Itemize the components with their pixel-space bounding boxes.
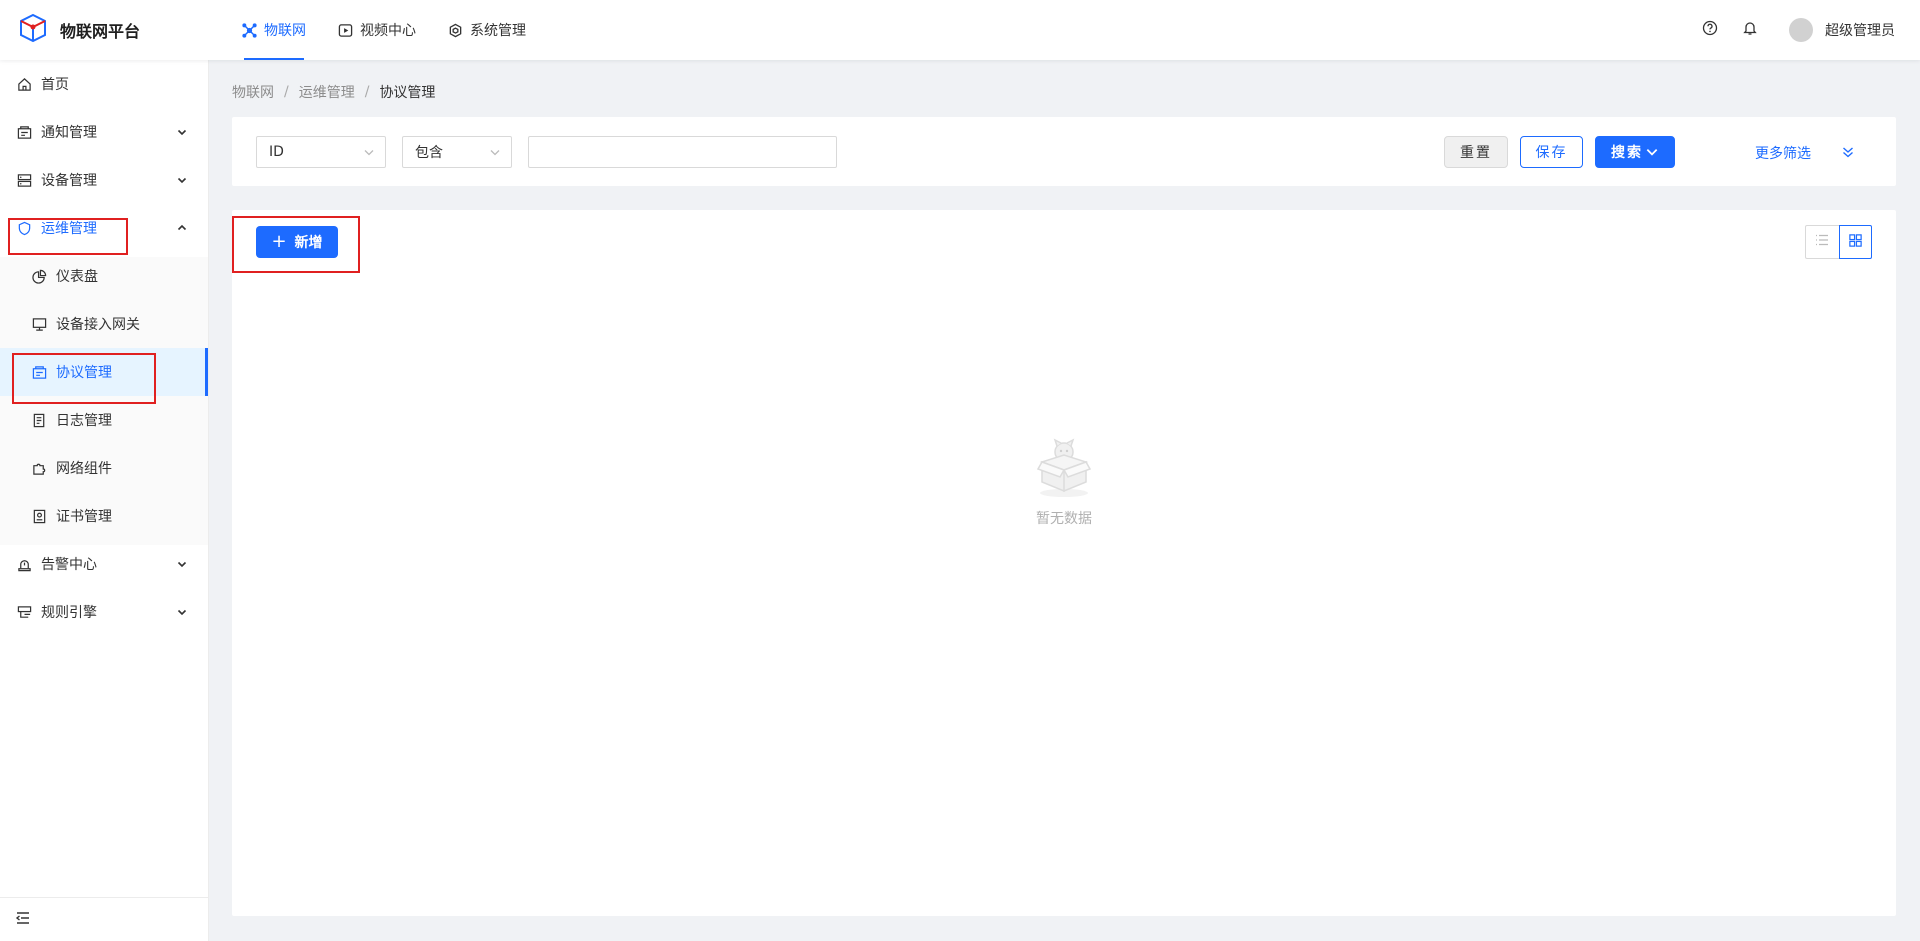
- top-bar: 物联网平台 物联网 视频中心 系统管理 超级管理员: [0, 0, 1920, 60]
- field-select[interactable]: ID: [256, 136, 386, 168]
- app-title: 物联网平台: [60, 22, 141, 41]
- system-icon: [448, 23, 463, 38]
- list-icon: [1814, 232, 1830, 252]
- sidebar-item-network[interactable]: 网络组件: [0, 444, 208, 492]
- protocol-icon: [31, 364, 47, 380]
- sidebar-item-label: 通知管理: [41, 125, 97, 141]
- double-chevron-down-icon[interactable]: [1840, 144, 1856, 160]
- chevron-down-icon: [1645, 145, 1659, 159]
- question-icon: [1702, 20, 1718, 40]
- logo-cube-icon: [18, 13, 48, 47]
- empty-text: 暂无数据: [1036, 511, 1092, 527]
- operator-select[interactable]: 包含: [402, 136, 512, 168]
- shield-icon: [16, 220, 32, 236]
- chevron-down-icon: [174, 556, 190, 572]
- notification-manage-icon: [16, 124, 32, 140]
- topnav-video[interactable]: 视频中心: [326, 0, 428, 60]
- reset-button[interactable]: 重置: [1444, 136, 1508, 168]
- content-panel: + 新增 暂无数据: [232, 210, 1896, 916]
- sidebar-item-gateway[interactable]: 设备接入网关: [0, 300, 208, 348]
- breadcrumb-item[interactable]: 物联网: [232, 82, 274, 102]
- sidebar-item-dashboard[interactable]: 仪表盘: [0, 252, 208, 300]
- topnav-label: 视频中心: [360, 23, 416, 39]
- sidebar-item-label: 网络组件: [56, 461, 112, 477]
- pie-chart-icon: [31, 268, 47, 284]
- notification-button[interactable]: [1739, 19, 1761, 41]
- chevron-down-icon: [174, 124, 190, 140]
- sidebar-item-label: 仪表盘: [56, 269, 98, 285]
- breadcrumb-separator: /: [364, 84, 370, 100]
- breadcrumb-current: 协议管理: [379, 85, 436, 101]
- chevron-down-icon: [174, 604, 190, 620]
- menu-fold-icon: [15, 910, 31, 930]
- plus-icon: +: [271, 231, 287, 252]
- add-button-label: 新增: [294, 235, 323, 251]
- sidebar-item-label: 告警中心: [41, 557, 97, 573]
- sidebar-item-device[interactable]: 设备管理: [0, 156, 208, 204]
- puzzle-icon: [31, 460, 47, 476]
- add-button[interactable]: + 新增: [256, 226, 338, 258]
- sidebar-collapse-button[interactable]: [0, 897, 208, 941]
- monitor-icon: [31, 316, 47, 332]
- help-button[interactable]: [1699, 19, 1721, 41]
- grid-icon: [1848, 233, 1863, 252]
- sidebar-item-logs[interactable]: 日志管理: [0, 396, 208, 444]
- device-icon: [16, 172, 32, 188]
- chevron-down-icon: [363, 146, 375, 158]
- sidebar-item-label: 设备管理: [41, 173, 97, 189]
- chevron-down-icon: [489, 146, 501, 158]
- bell-icon: [1742, 20, 1758, 40]
- home-icon: [16, 76, 32, 92]
- chevron-down-icon: [174, 172, 190, 188]
- list-view-button[interactable]: [1805, 225, 1839, 259]
- sidebar-item-label: 运维管理: [41, 221, 97, 237]
- view-toggle: [1805, 225, 1872, 259]
- chevron-up-icon: [174, 220, 190, 236]
- sidebar-item-label: 日志管理: [56, 413, 112, 429]
- card-view-button[interactable]: [1838, 225, 1872, 259]
- empty-box-icon: [1033, 438, 1095, 502]
- sidebar-item-home[interactable]: 首页: [0, 60, 208, 108]
- search-button-label: 搜索: [1611, 145, 1643, 161]
- sidebar-item-label: 证书管理: [56, 509, 112, 525]
- alarm-icon: [16, 556, 32, 572]
- topnav-system[interactable]: 系统管理: [436, 0, 538, 60]
- topnav-label: 物联网: [264, 23, 306, 39]
- more-filters-link[interactable]: 更多筛选: [1755, 143, 1811, 163]
- top-right-tools: 超级管理员: [1681, 0, 1895, 60]
- iot-icon: [242, 22, 257, 38]
- sidebar-item-certificate[interactable]: 证书管理: [0, 492, 208, 540]
- sidebar-item-label: 规则引擎: [41, 605, 97, 621]
- sidebar-item-alarm[interactable]: 告警中心: [0, 540, 208, 588]
- sidebar-item-label: 协议管理: [56, 365, 112, 381]
- sidebar-item-label: 设备接入网关: [56, 317, 140, 333]
- filter-value-input[interactable]: [528, 136, 837, 168]
- video-icon: [338, 23, 353, 38]
- sidebar-item-operations[interactable]: 运维管理: [0, 204, 208, 252]
- logo[interactable]: 物联网平台: [18, 13, 141, 47]
- avatar[interactable]: [1789, 18, 1813, 42]
- username[interactable]: 超级管理员: [1825, 20, 1895, 40]
- breadcrumb-separator: /: [284, 84, 289, 100]
- topnav-label: 系统管理: [470, 23, 526, 39]
- search-button[interactable]: 搜索: [1595, 136, 1675, 168]
- filter-bar: ID 包含 重置 保存 搜索 更多筛选: [232, 117, 1896, 186]
- certificate-icon: [31, 508, 47, 524]
- breadcrumb-item[interactable]: 运维管理: [299, 82, 355, 102]
- sidebar: 首页 通知管理 设备管理 运维管理 仪表盘 设备接入网关 协议管理 日志管理 网…: [0, 60, 209, 941]
- empty-state: 暂无数据: [1014, 438, 1114, 528]
- field-select-value: ID: [269, 144, 284, 160]
- top-nav: 物联网 视频中心 系统管理: [230, 0, 546, 60]
- rules-icon: [16, 604, 32, 620]
- sidebar-item-rules[interactable]: 规则引擎: [0, 588, 208, 636]
- sidebar-item-notification[interactable]: 通知管理: [0, 108, 208, 156]
- log-icon: [31, 412, 47, 428]
- breadcrumb: 物联网 / 运维管理 / 协议管理: [232, 82, 435, 102]
- save-button[interactable]: 保存: [1520, 136, 1583, 168]
- operator-select-value: 包含: [415, 145, 443, 161]
- topnav-iot[interactable]: 物联网: [230, 0, 318, 60]
- sidebar-item-label: 首页: [41, 77, 69, 93]
- sidebar-item-protocol[interactable]: 协议管理: [0, 348, 208, 396]
